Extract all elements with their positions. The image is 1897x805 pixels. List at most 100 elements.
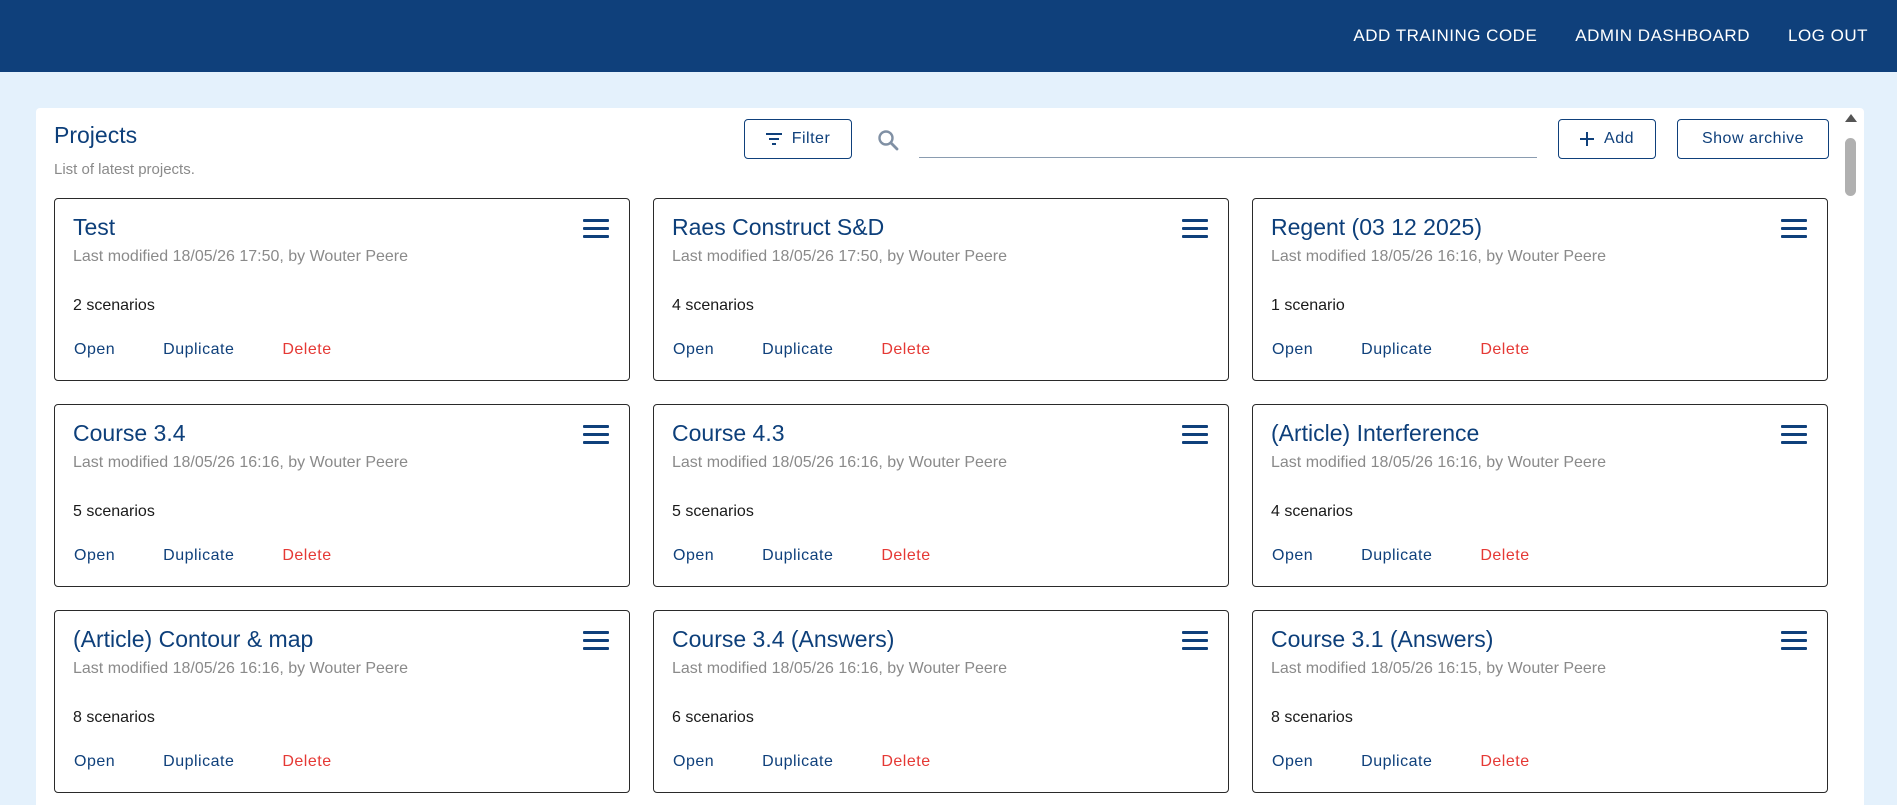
filter-button-label: Filter xyxy=(791,130,831,147)
project-actions: Open Duplicate Delete xyxy=(61,541,345,571)
project-last-modified: Last modified 18/05/26 17:50, by Wouter … xyxy=(73,248,409,265)
duplicate-button[interactable]: Duplicate xyxy=(150,747,247,777)
project-card: Course 3.1 (Answers) Last modified 18/05… xyxy=(1252,610,1828,793)
hamburger-menu-icon[interactable] xyxy=(1781,631,1807,651)
projects-panel: Projects List of latest projects. Filter… xyxy=(36,108,1864,805)
project-actions: Open Duplicate Delete xyxy=(1259,747,1543,777)
open-button[interactable]: Open xyxy=(1259,335,1326,365)
project-scenario-count: 4 scenarios xyxy=(672,297,754,314)
hamburger-menu-icon[interactable] xyxy=(583,425,609,445)
project-actions: Open Duplicate Delete xyxy=(61,335,345,365)
project-card: Course 3.4 (Answers) Last modified 18/05… xyxy=(653,610,1229,793)
open-button[interactable]: Open xyxy=(660,541,727,571)
project-last-modified: Last modified 18/05/26 16:16, by Wouter … xyxy=(672,454,1008,471)
page-subtitle: List of latest projects. xyxy=(54,161,195,178)
duplicate-button[interactable]: Duplicate xyxy=(749,335,846,365)
duplicate-button[interactable]: Duplicate xyxy=(1348,747,1445,777)
project-actions: Open Duplicate Delete xyxy=(660,335,944,365)
project-title[interactable]: (Article) Interference xyxy=(1271,420,1479,447)
top-app-bar: ADD TRAINING CODE ADMIN DASHBOARD LOG OU… xyxy=(0,0,1897,72)
search-input[interactable] xyxy=(919,124,1537,158)
show-archive-button[interactable]: Show archive xyxy=(1677,119,1829,159)
duplicate-button[interactable]: Duplicate xyxy=(150,335,247,365)
add-training-code-link[interactable]: ADD TRAINING CODE xyxy=(1334,26,1556,46)
delete-button[interactable]: Delete xyxy=(1467,541,1542,571)
search-icon[interactable] xyxy=(876,128,900,152)
project-title[interactable]: Regent (03 12 2025) xyxy=(1271,214,1482,241)
project-title[interactable]: (Article) Contour & map xyxy=(73,626,313,653)
project-title[interactable]: Course 3.4 (Answers) xyxy=(672,626,894,653)
open-button[interactable]: Open xyxy=(660,747,727,777)
delete-button[interactable]: Delete xyxy=(269,335,344,365)
add-button-label: Add xyxy=(1604,130,1634,147)
project-last-modified: Last modified 18/05/26 16:15, by Wouter … xyxy=(1271,660,1607,677)
hamburger-menu-icon[interactable] xyxy=(1182,631,1208,651)
project-actions: Open Duplicate Delete xyxy=(1259,335,1543,365)
delete-button[interactable]: Delete xyxy=(868,335,943,365)
hamburger-menu-icon[interactable] xyxy=(1182,219,1208,239)
project-actions: Open Duplicate Delete xyxy=(660,747,944,777)
open-button[interactable]: Open xyxy=(660,335,727,365)
project-card: (Article) Interference Last modified 18/… xyxy=(1252,404,1828,587)
project-actions: Open Duplicate Delete xyxy=(61,747,345,777)
duplicate-button[interactable]: Duplicate xyxy=(1348,335,1445,365)
project-scenario-count: 2 scenarios xyxy=(73,297,155,314)
delete-button[interactable]: Delete xyxy=(868,541,943,571)
show-archive-label: Show archive xyxy=(1701,130,1805,147)
project-actions: Open Duplicate Delete xyxy=(1259,541,1543,571)
project-last-modified: Last modified 18/05/26 16:16, by Wouter … xyxy=(1271,248,1607,265)
page-title: Projects xyxy=(54,122,138,148)
project-scenario-count: 6 scenarios xyxy=(672,709,754,726)
project-scenario-count: 5 scenarios xyxy=(672,503,754,520)
delete-button[interactable]: Delete xyxy=(868,747,943,777)
open-button[interactable]: Open xyxy=(1259,541,1326,571)
scroll-up-arrow-icon[interactable] xyxy=(1845,114,1857,122)
scrollbar-thumb[interactable] xyxy=(1845,138,1856,196)
project-title[interactable]: Raes Construct S&D xyxy=(672,214,884,241)
duplicate-button[interactable]: Duplicate xyxy=(1348,541,1445,571)
plus-icon xyxy=(1580,132,1595,146)
project-card: Regent (03 12 2025) Last modified 18/05/… xyxy=(1252,198,1828,381)
duplicate-button[interactable]: Duplicate xyxy=(150,541,247,571)
project-actions: Open Duplicate Delete xyxy=(660,541,944,571)
project-card: (Article) Contour & map Last modified 18… xyxy=(54,610,630,793)
project-title[interactable]: Course 3.1 (Answers) xyxy=(1271,626,1493,653)
project-title[interactable]: Course 3.4 xyxy=(73,420,186,447)
hamburger-menu-icon[interactable] xyxy=(583,631,609,651)
log-out-link[interactable]: LOG OUT xyxy=(1769,26,1887,46)
open-button[interactable]: Open xyxy=(61,541,128,571)
project-last-modified: Last modified 18/05/26 16:16, by Wouter … xyxy=(73,454,409,471)
scrollbar[interactable] xyxy=(1844,114,1858,805)
hamburger-menu-icon[interactable] xyxy=(1781,425,1807,445)
delete-button[interactable]: Delete xyxy=(269,747,344,777)
admin-dashboard-link[interactable]: ADMIN DASHBOARD xyxy=(1556,26,1769,46)
project-scenario-count: 5 scenarios xyxy=(73,503,155,520)
project-scenario-count: 8 scenarios xyxy=(1271,709,1353,726)
open-button[interactable]: Open xyxy=(61,335,128,365)
project-card: Course 4.3 Last modified 18/05/26 16:16,… xyxy=(653,404,1229,587)
open-button[interactable]: Open xyxy=(1259,747,1326,777)
open-button[interactable]: Open xyxy=(61,747,128,777)
project-scenario-count: 1 scenario xyxy=(1271,297,1345,314)
top-nav: ADD TRAINING CODE ADMIN DASHBOARD LOG OU… xyxy=(1334,0,1887,72)
project-card: Raes Construct S&D Last modified 18/05/2… xyxy=(653,198,1229,381)
project-title[interactable]: Test xyxy=(73,214,115,241)
delete-button[interactable]: Delete xyxy=(1467,747,1542,777)
project-last-modified: Last modified 18/05/26 16:16, by Wouter … xyxy=(73,660,409,677)
project-scenario-count: 8 scenarios xyxy=(73,709,155,726)
project-last-modified: Last modified 18/05/26 17:50, by Wouter … xyxy=(672,248,1008,265)
project-last-modified: Last modified 18/05/26 16:16, by Wouter … xyxy=(672,660,1008,677)
delete-button[interactable]: Delete xyxy=(1467,335,1542,365)
hamburger-menu-icon[interactable] xyxy=(1182,425,1208,445)
delete-button[interactable]: Delete xyxy=(269,541,344,571)
filter-button[interactable]: Filter xyxy=(744,119,852,159)
project-title[interactable]: Course 4.3 xyxy=(672,420,785,447)
hamburger-menu-icon[interactable] xyxy=(1781,219,1807,239)
project-card: Test Last modified 18/05/26 17:50, by Wo… xyxy=(54,198,630,381)
add-project-button[interactable]: Add xyxy=(1558,119,1656,159)
hamburger-menu-icon[interactable] xyxy=(583,219,609,239)
project-scenario-count: 4 scenarios xyxy=(1271,503,1353,520)
duplicate-button[interactable]: Duplicate xyxy=(749,541,846,571)
project-card: Course 3.4 Last modified 18/05/26 16:16,… xyxy=(54,404,630,587)
duplicate-button[interactable]: Duplicate xyxy=(749,747,846,777)
